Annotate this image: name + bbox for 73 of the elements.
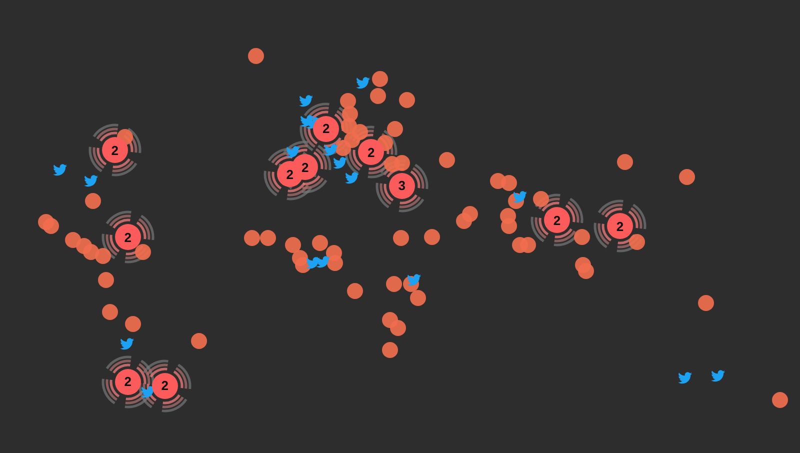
map-marker-dot[interactable] [578, 262, 594, 279]
ring-arcs-icon [343, 124, 400, 180]
bird-icon[interactable] [678, 372, 692, 384]
map-marker-dot[interactable] [340, 93, 356, 110]
map-marker-dot[interactable] [679, 168, 696, 184]
map-marker-dot[interactable] [347, 282, 364, 299]
cluster-count[interactable]: 2 [102, 137, 128, 164]
bird-icon[interactable] [53, 164, 68, 176]
cluster-count[interactable]: 2 [313, 116, 340, 142]
map-marker-dot[interactable] [125, 316, 141, 332]
bird-icon[interactable] [84, 174, 98, 187]
bird-icon[interactable] [710, 370, 725, 382]
map-marker-dot[interactable] [64, 232, 81, 248]
map-marker-dot[interactable] [135, 244, 152, 260]
map-marker-dot[interactable] [248, 48, 264, 64]
bird-icon[interactable] [286, 146, 300, 158]
map-marker-dot[interactable] [501, 174, 518, 191]
bird-icon[interactable] [316, 256, 330, 268]
cluster-count[interactable]: 2 [114, 224, 141, 250]
ring-arcs-icon [136, 358, 193, 414]
map-marker-dot[interactable] [102, 304, 118, 320]
cluster-count[interactable]: 2 [358, 139, 384, 166]
map-marker-dot[interactable] [410, 290, 426, 306]
map-marker-dot[interactable] [399, 92, 415, 108]
bird-icon[interactable] [298, 95, 313, 108]
ring-arcs-icon [100, 354, 156, 410]
map-marker-dot[interactable] [462, 206, 478, 222]
map-marker-dot[interactable] [191, 332, 207, 349]
map-marker-dot[interactable] [386, 276, 402, 292]
bird-icon[interactable] [332, 156, 347, 169]
bird-icon[interactable] [120, 338, 134, 350]
cluster-count[interactable]: 2 [544, 207, 570, 234]
map-marker-dot[interactable] [438, 152, 455, 168]
map-marker-dot[interactable] [94, 248, 111, 264]
map-marker-dot[interactable] [390, 320, 406, 336]
cluster-count[interactable]: 2 [607, 213, 633, 240]
bird-icon[interactable] [140, 386, 155, 398]
map-marker-dot[interactable] [98, 272, 114, 288]
map-marker-dot[interactable] [370, 88, 386, 104]
ring-arcs-icon [86, 122, 143, 178]
map-marker-dot[interactable] [244, 230, 260, 246]
map-marker-dot[interactable] [501, 218, 518, 234]
map-marker-dot[interactable] [772, 392, 788, 408]
bird-icon[interactable] [356, 76, 370, 89]
bird-icon[interactable] [406, 274, 421, 286]
map-marker-dot[interactable] [394, 154, 410, 171]
ring-arcs-icon [100, 209, 156, 266]
map-marker-dot[interactable] [387, 120, 403, 137]
ring-arcs-icon [529, 192, 585, 248]
map-marker-dot[interactable] [285, 236, 302, 252]
map-marker-dot[interactable] [629, 234, 646, 250]
map-marker-dot[interactable] [372, 70, 388, 87]
cluster-count[interactable]: 3 [388, 172, 415, 199]
map-marker-dot[interactable] [260, 230, 276, 246]
bird-icon[interactable] [344, 172, 359, 184]
bird-icon[interactable] [324, 144, 338, 156]
cluster-count[interactable]: 2 [152, 372, 178, 399]
map-marker-dot[interactable] [520, 236, 536, 252]
map-marker-dot[interactable] [382, 342, 398, 358]
cluster-count[interactable]: 2 [114, 368, 141, 394]
map-marker-dot[interactable] [533, 191, 549, 208]
map-marker-dot[interactable] [698, 295, 714, 312]
map-marker-dot[interactable] [424, 229, 440, 246]
map-marker-dot[interactable] [312, 235, 328, 252]
cluster-count[interactable]: 2 [292, 154, 318, 180]
ring-arcs-icon [592, 198, 648, 254]
bird-icon[interactable] [306, 256, 320, 269]
map-marker-dot[interactable] [574, 229, 590, 246]
map-marker-dot[interactable] [393, 230, 410, 246]
map-marker-dot[interactable] [43, 218, 60, 234]
map-marker-dot[interactable] [617, 154, 634, 170]
bird-icon[interactable] [513, 191, 527, 204]
map-marker-dot[interactable] [85, 193, 102, 210]
